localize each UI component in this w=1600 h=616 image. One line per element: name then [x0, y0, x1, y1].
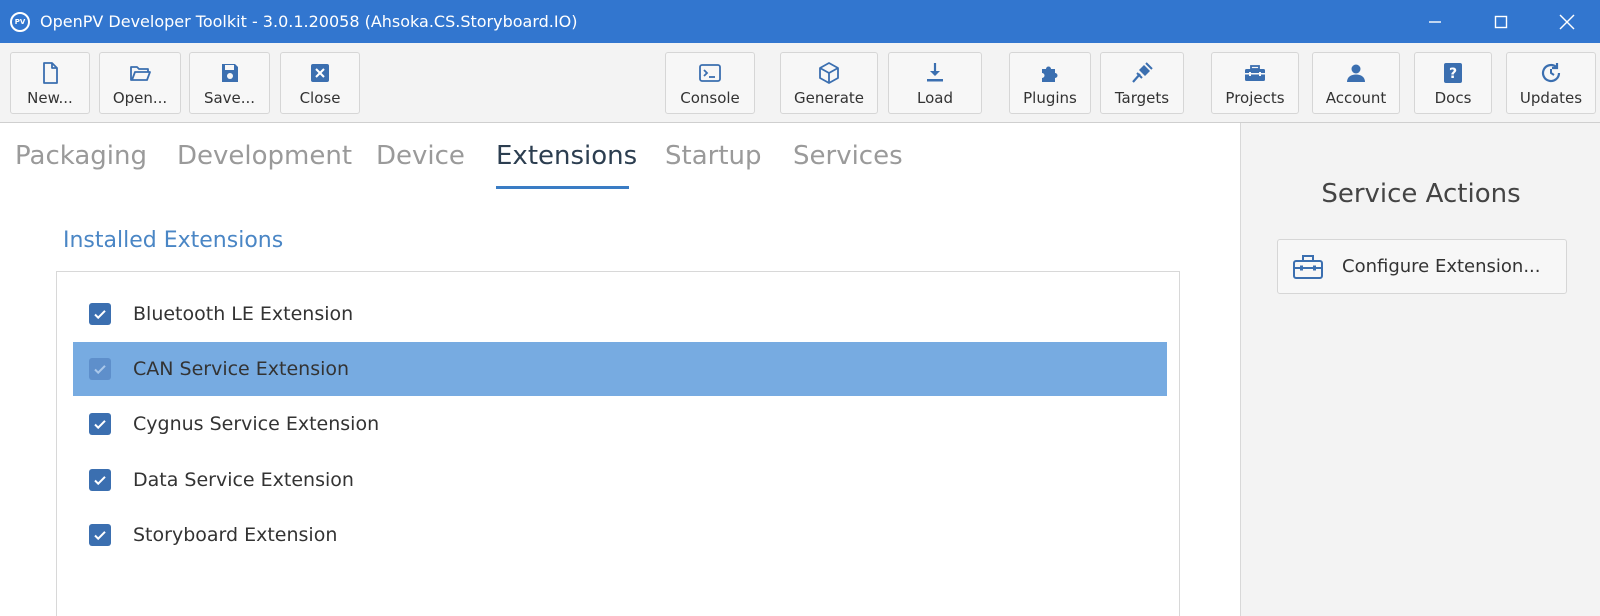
tab-packaging[interactable]: Packaging: [15, 141, 147, 171]
close-file-icon: [311, 64, 329, 82]
terminal-icon: [699, 64, 721, 82]
docs-button[interactable]: ? Docs: [1414, 52, 1492, 114]
checkmark-icon: [94, 531, 106, 541]
close-button[interactable]: Close: [280, 52, 360, 114]
extension-label: Data Service Extension: [133, 469, 354, 491]
cube-icon: [819, 62, 839, 84]
console-button[interactable]: Console: [665, 52, 755, 114]
toolbar: New... Open... Save... Close Console Gen…: [0, 43, 1600, 123]
load-button[interactable]: Load: [888, 52, 982, 114]
extension-row[interactable]: Data Service Extension: [73, 453, 1167, 507]
side-panel: Service Actions Configure Extension...: [1240, 123, 1600, 616]
extension-label: CAN Service Extension: [133, 358, 350, 380]
title-bar: PV OpenPV Developer Toolkit - 3.0.1.2005…: [0, 0, 1600, 43]
toolbox-icon: [1293, 254, 1323, 279]
targets-button[interactable]: Targets: [1100, 52, 1184, 114]
checkmark-icon: [94, 476, 106, 486]
maximize-icon: [1494, 15, 1508, 28]
toolbox-icon: [1245, 65, 1265, 81]
extension-checkbox[interactable]: [89, 358, 111, 380]
svg-text:?: ?: [1449, 66, 1457, 82]
new-button[interactable]: New...: [10, 52, 90, 114]
window-controls: [1402, 0, 1600, 43]
close-window-button[interactable]: [1534, 0, 1600, 43]
app-logo-icon: PV: [10, 11, 30, 32]
generate-button[interactable]: Generate: [780, 52, 878, 114]
save-icon: [221, 64, 238, 82]
section-title: Installed Extensions: [63, 228, 284, 253]
tab-startup[interactable]: Startup: [665, 141, 762, 171]
open-button[interactable]: Open...: [99, 52, 181, 114]
extensions-list: Bluetooth LE Extension CAN Service Exten…: [56, 271, 1180, 616]
plug-icon: [1132, 62, 1153, 83]
extension-label: Cygnus Service Extension: [133, 413, 380, 435]
help-icon: ?: [1444, 63, 1462, 83]
checkmark-icon: [94, 420, 106, 430]
extension-row[interactable]: Storyboard Extension: [73, 508, 1167, 562]
extension-checkbox[interactable]: [89, 469, 111, 491]
configure-extension-label: Configure Extension...: [1342, 256, 1541, 277]
extension-row-selected[interactable]: CAN Service Extension: [73, 342, 1167, 396]
checkmark-icon: [94, 310, 106, 320]
close-icon: [1559, 14, 1575, 29]
extension-label: Storyboard Extension: [133, 524, 338, 546]
extension-row[interactable]: Bluetooth LE Extension: [73, 287, 1167, 341]
checkmark-icon: [94, 365, 106, 375]
extension-label: Bluetooth LE Extension: [133, 303, 354, 325]
plugins-button[interactable]: Plugins: [1009, 52, 1091, 114]
save-button[interactable]: Save...: [189, 52, 270, 114]
configure-extension-button[interactable]: Configure Extension...: [1277, 239, 1567, 294]
extension-checkbox[interactable]: [89, 413, 111, 435]
tab-extensions[interactable]: Extensions: [496, 141, 637, 171]
tab-development[interactable]: Development: [177, 141, 352, 171]
minimize-button[interactable]: [1402, 0, 1468, 43]
new-file-icon: [43, 62, 58, 84]
side-panel-title: Service Actions: [1321, 179, 1521, 209]
account-button[interactable]: Account: [1312, 52, 1400, 114]
tab-bar: Packaging Development Device Extensions …: [0, 123, 1240, 193]
projects-button[interactable]: Projects: [1211, 52, 1299, 114]
extension-row[interactable]: Cygnus Service Extension: [73, 397, 1167, 451]
folder-open-icon: [130, 66, 151, 81]
user-icon: [1347, 64, 1365, 82]
download-icon: [927, 63, 943, 82]
updates-button[interactable]: Updates: [1506, 52, 1596, 114]
minimize-icon: [1429, 20, 1441, 23]
active-tab-indicator: [496, 186, 629, 189]
tab-services[interactable]: Services: [793, 141, 903, 171]
extension-checkbox[interactable]: [89, 303, 111, 325]
puzzle-icon: [1042, 66, 1058, 82]
tab-device[interactable]: Device: [376, 141, 465, 171]
window-title: OpenPV Developer Toolkit - 3.0.1.20058 (…: [40, 12, 578, 31]
extension-checkbox[interactable]: [89, 524, 111, 546]
maximize-button[interactable]: [1468, 0, 1534, 43]
refresh-clock-icon: [1541, 63, 1561, 83]
